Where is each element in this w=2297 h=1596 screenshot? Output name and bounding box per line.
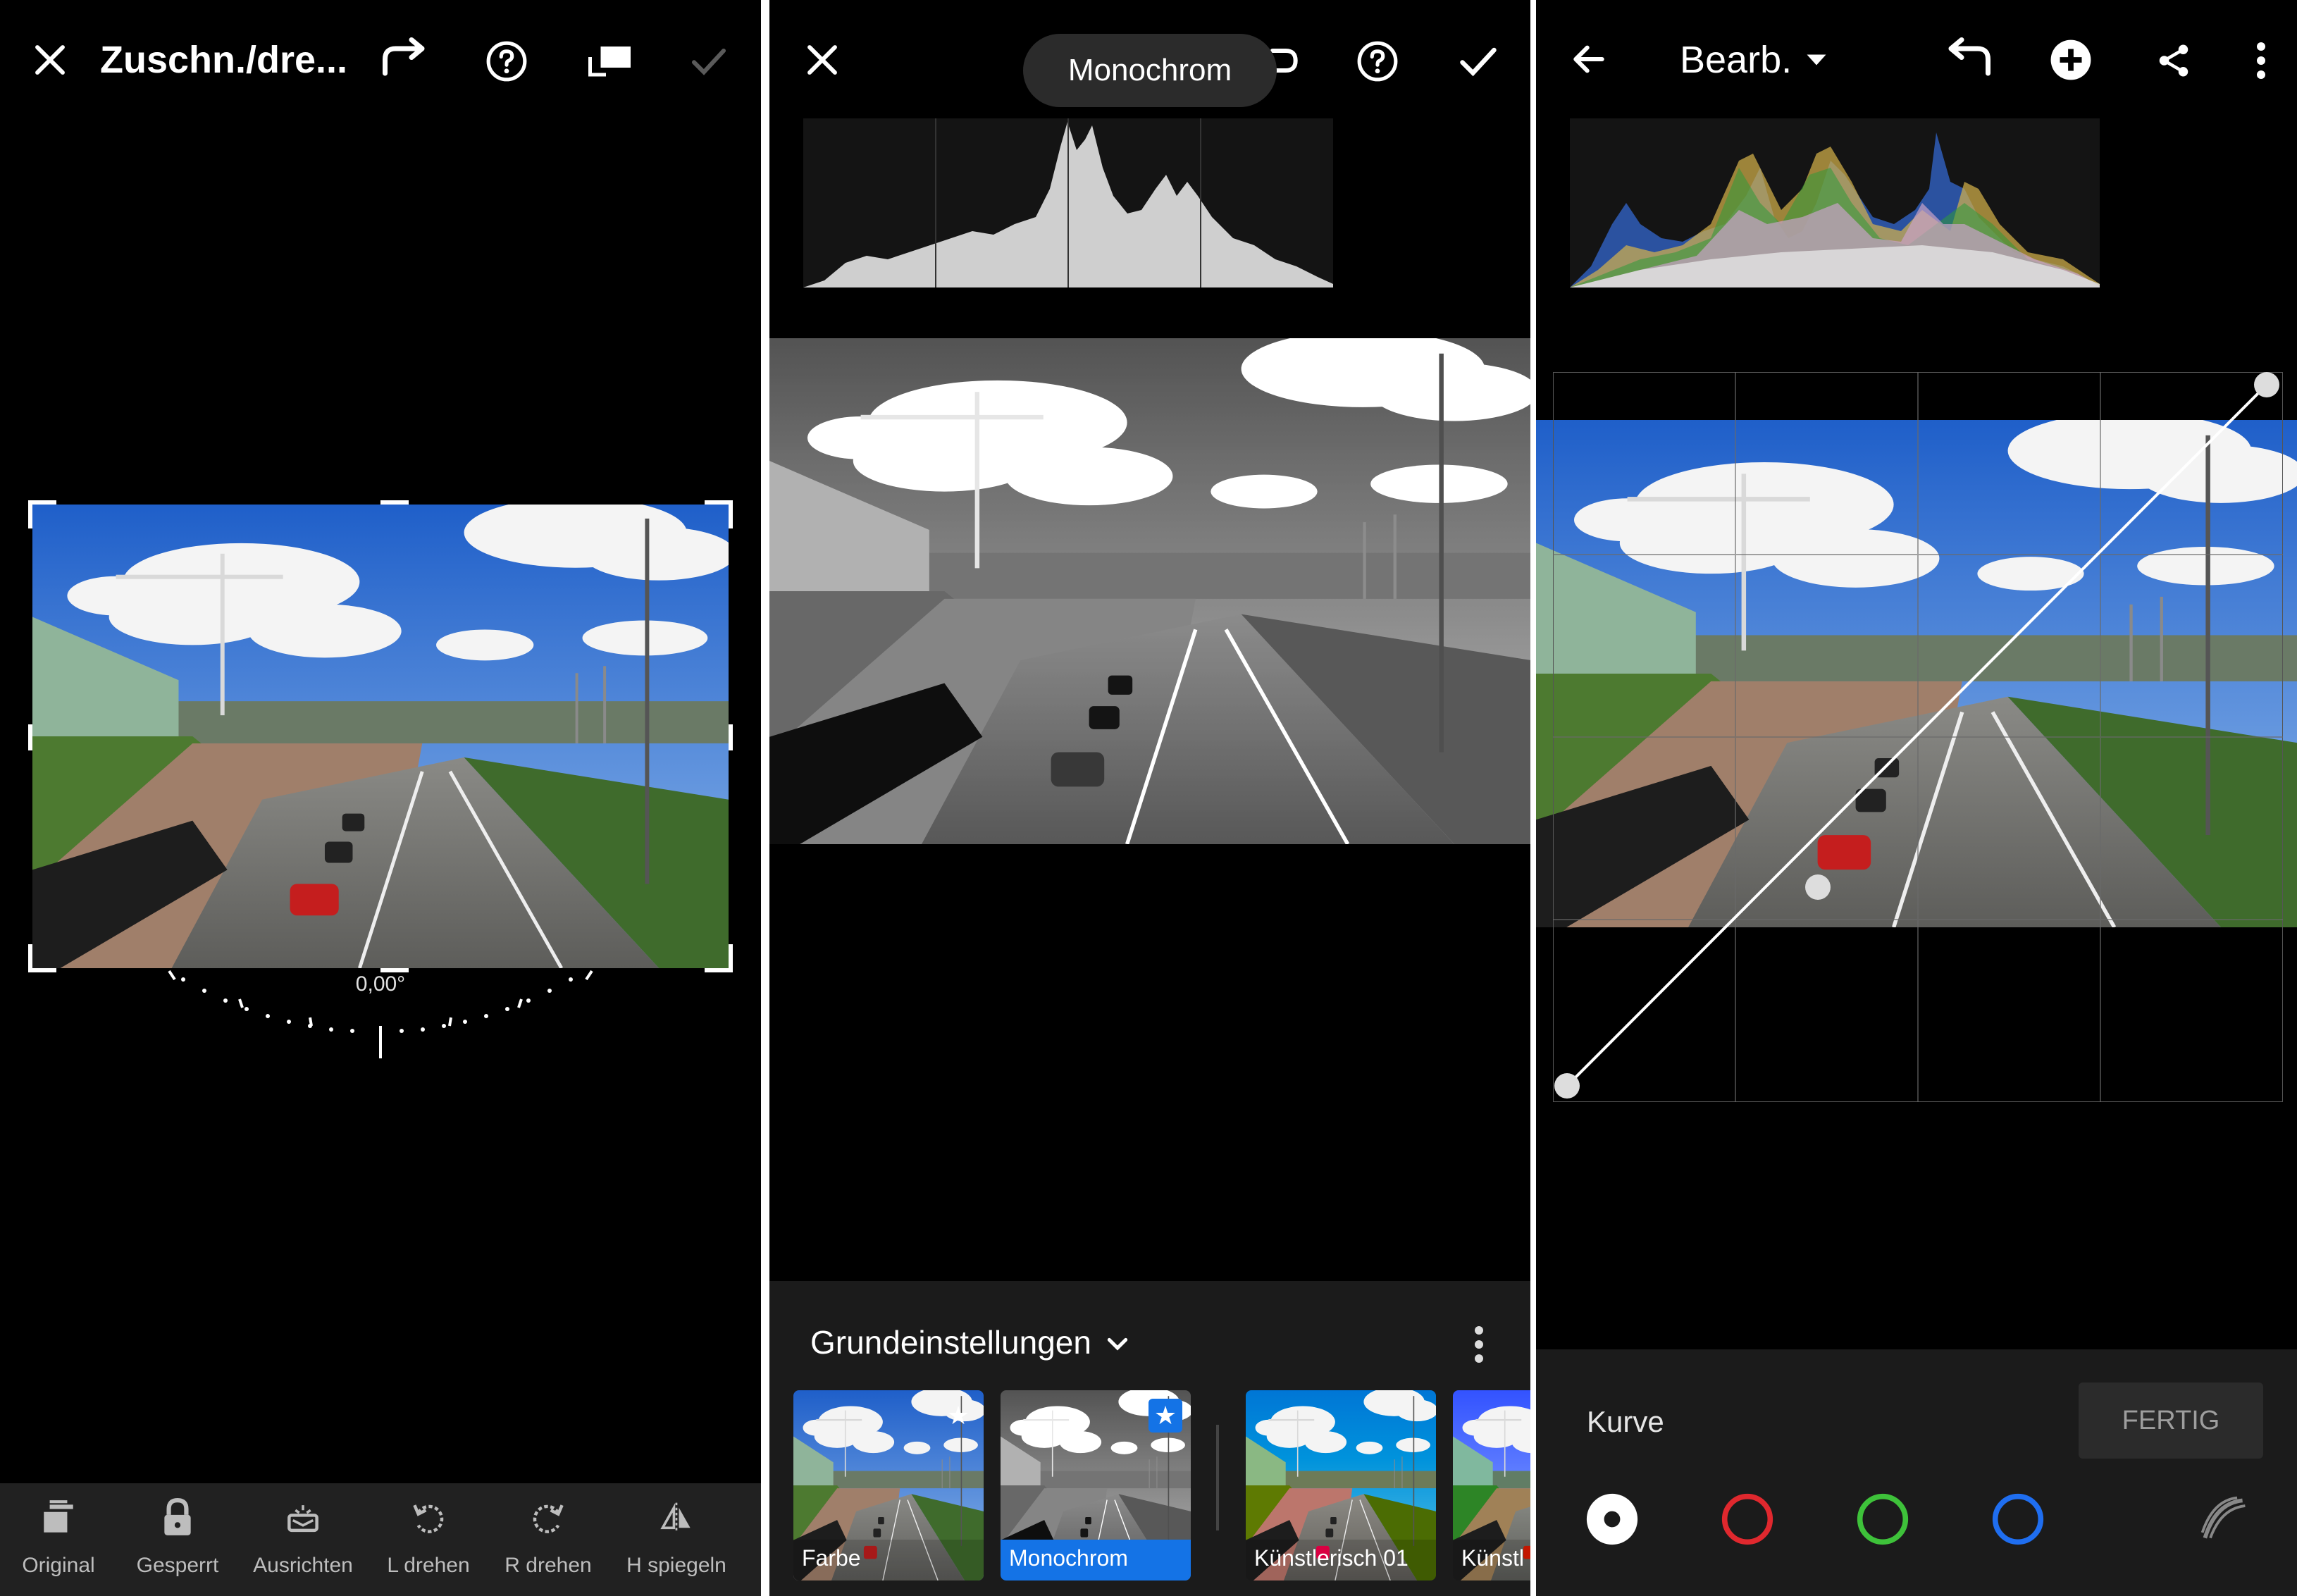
- preset-tile-artistic-02[interactable]: Künstl: [1453, 1390, 1530, 1580]
- preset-tile-color[interactable]: ★ Farbe: [793, 1390, 984, 1580]
- crop-frame[interactable]: [28, 500, 733, 972]
- caret-down-icon[interactable]: [1804, 49, 1829, 70]
- rotation-dial[interactable]: [155, 965, 606, 1064]
- presets-panel: Monochrom Grundeinstellungen ★ Farbe ★ M…: [769, 0, 1530, 1596]
- tool-rotate-left[interactable]: L drehen: [372, 1483, 485, 1596]
- tool-locked[interactable]: Gesperrt: [121, 1483, 234, 1596]
- rotate-right-icon: [531, 1497, 566, 1538]
- preset-category-title[interactable]: Grundeinstellungen: [810, 1323, 1091, 1361]
- tool-label: Original: [22, 1554, 95, 1577]
- help-icon[interactable]: [1356, 39, 1399, 83]
- tool-label: H spiegeln: [626, 1554, 726, 1577]
- crop-toolbar: Original Gesperrt Ausrichten L drehen R …: [0, 1483, 761, 1596]
- red-channel-button[interactable]: [1721, 1492, 1774, 1546]
- flip-horizontal-icon: [659, 1497, 694, 1538]
- help-icon[interactable]: [485, 39, 528, 83]
- confirm-check-icon[interactable]: [688, 41, 730, 80]
- chevron-down-icon[interactable]: [1103, 1330, 1132, 1359]
- tone-curve-editor[interactable]: [1553, 372, 2283, 1102]
- add-circle-icon[interactable]: [2049, 38, 2093, 82]
- curve-section-label: Kurve: [1587, 1405, 1664, 1438]
- original-icon: [41, 1497, 76, 1538]
- tool-label: Gesperrt: [136, 1554, 219, 1577]
- histogram: [1570, 118, 2100, 287]
- tool-auto-align[interactable]: Ausrichten: [247, 1483, 359, 1596]
- close-icon[interactable]: [31, 41, 69, 79]
- page-title[interactable]: Bearb.: [1680, 38, 1792, 82]
- preset-label: Künstl: [1453, 1540, 1530, 1580]
- preset-divider: [1216, 1425, 1219, 1530]
- tool-flip-horizontal[interactable]: H spiegeln: [620, 1483, 733, 1596]
- preset-label: Farbe: [793, 1540, 984, 1580]
- green-channel-button[interactable]: [1856, 1492, 1909, 1546]
- page-title: Zuschn./dre...: [100, 39, 348, 81]
- preset-tooltip: Monochrom: [1023, 34, 1277, 107]
- histogram: [803, 118, 1333, 287]
- curve-tool-icon[interactable]: [2196, 1492, 2252, 1546]
- done-button[interactable]: FERTIG: [2079, 1382, 2263, 1459]
- favorite-star-icon[interactable]: ★: [1148, 1399, 1182, 1433]
- more-vertical-icon[interactable]: [2250, 39, 2272, 82]
- tool-rotate-right[interactable]: R drehen: [492, 1483, 605, 1596]
- close-icon[interactable]: [803, 41, 841, 79]
- crop-rotate-panel: Zuschn./dre... 0,00° Original Gesperrt A…: [0, 0, 761, 1596]
- redo-icon[interactable]: [378, 37, 431, 80]
- edit-curve-panel: Bearb. Kurve FERTIG: [1536, 0, 2297, 1596]
- confirm-check-icon[interactable]: [1457, 39, 1499, 82]
- preset-label: Monochrom: [1001, 1540, 1191, 1580]
- back-arrow-icon[interactable]: [1567, 39, 1611, 79]
- parametric-channel-button[interactable]: [1585, 1492, 1639, 1546]
- photo-preview[interactable]: [769, 338, 1530, 844]
- tool-label: R drehen: [504, 1554, 592, 1577]
- tool-label: L drehen: [387, 1554, 470, 1577]
- tool-label: Ausrichten: [253, 1554, 353, 1577]
- tool-original[interactable]: Original: [2, 1483, 115, 1596]
- preset-tile-artistic-01[interactable]: Künstlerisch 01: [1246, 1390, 1436, 1580]
- preset-label: Künstlerisch 01: [1246, 1540, 1436, 1580]
- auto-align-icon: [285, 1497, 321, 1538]
- favorite-star-icon[interactable]: ★: [941, 1399, 975, 1433]
- blue-channel-button[interactable]: [1991, 1492, 2045, 1546]
- more-vertical-icon[interactable]: [1468, 1323, 1490, 1366]
- aspect-ratio-icon[interactable]: [585, 41, 634, 80]
- rotate-left-icon: [411, 1497, 446, 1538]
- lock-icon: [160, 1497, 195, 1538]
- share-icon[interactable]: [2155, 39, 2193, 82]
- preset-tile-monochrome[interactable]: ★ Monochrom: [1001, 1390, 1191, 1580]
- undo-icon[interactable]: [1942, 37, 1995, 80]
